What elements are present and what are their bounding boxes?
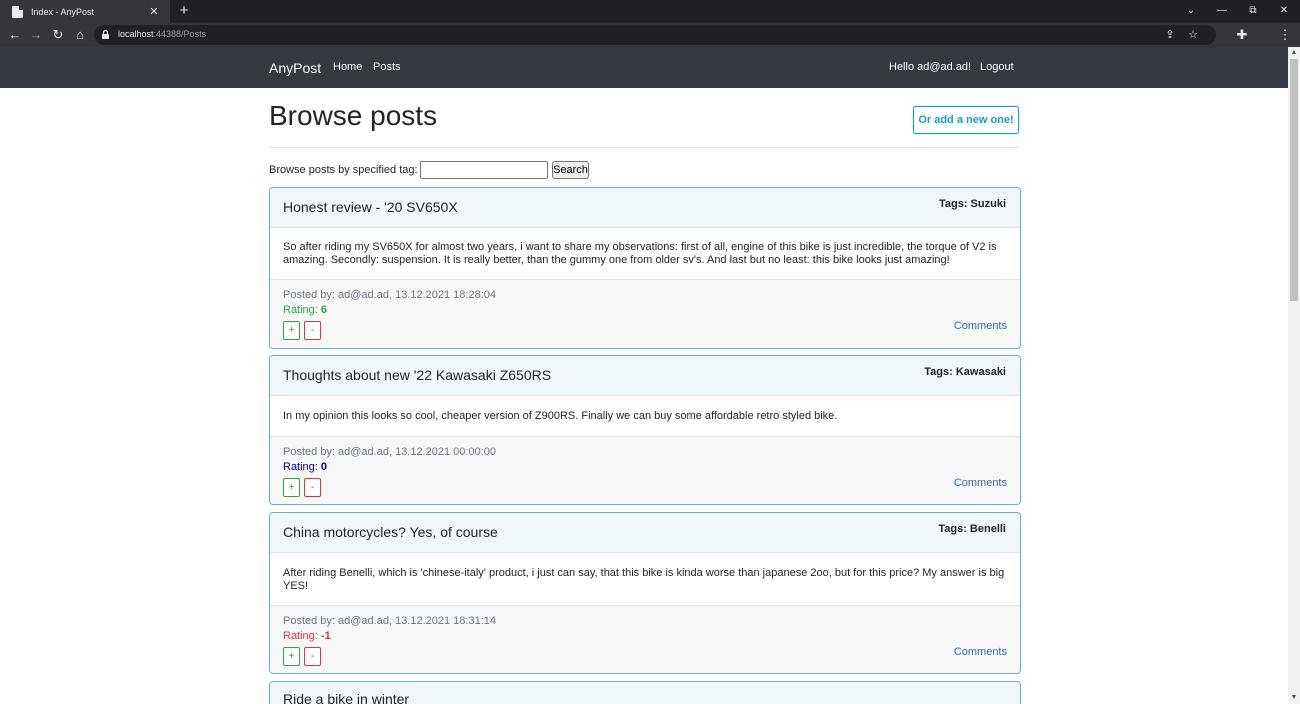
post-author-date: Posted by: ad@ad.ad, 13.12.2021 18:28:04 <box>283 289 497 301</box>
back-icon[interactable]: ← <box>6 26 24 44</box>
downvote-button[interactable]: - <box>304 647 321 666</box>
page-icon <box>12 5 23 18</box>
post-tags: Tags: Suzuki <box>938 198 1006 210</box>
post-header: Honest review - '20 SV650X Tags: Suzuki <box>270 188 1020 228</box>
post-card: Ride a bike in winter <box>269 681 1021 704</box>
browser-toolbar: ← → ↻ ⌂ localhost:44388/Posts ⇪ ☆ ✚ ⋮ <box>0 23 1300 47</box>
forward-icon[interactable]: → <box>27 26 45 44</box>
tag-search-input[interactable] <box>420 161 548 179</box>
comments-link[interactable]: Comments <box>954 320 1007 332</box>
post-author-date: Posted by: ad@ad.ad, 13.12.2021 00:00:00 <box>283 446 497 458</box>
search-button[interactable]: Search <box>552 161 589 179</box>
post-title: Honest review - '20 SV650X <box>283 199 458 215</box>
restore-button[interactable]: ⧉ <box>1238 0 1268 23</box>
browser-tab-strip: Index - AnyPost ✕ + ⌄ — ⧉ ✕ <box>0 0 1300 23</box>
share-icon[interactable]: ⇪ <box>1162 27 1178 43</box>
post-title: Ride a bike in winter <box>283 691 410 704</box>
extensions-icon[interactable]: ✚ <box>1233 26 1251 44</box>
brand-link[interactable]: AnyPost <box>269 60 321 76</box>
upvote-button[interactable]: + <box>283 478 300 497</box>
home-icon[interactable]: ⌂ <box>71 26 89 44</box>
post-rating: Rating: -1 <box>283 630 331 642</box>
page-title: Browse posts <box>269 100 438 131</box>
scroll-up-icon[interactable]: ▲ <box>1288 47 1300 59</box>
post-footer: Posted by: ad@ad.ad, 13.12.2021 18:28:04… <box>270 279 1020 348</box>
post-author-date: Posted by: ad@ad.ad, 13.12.2021 18:31:14 <box>283 615 497 627</box>
post-title: China motorcycles? Yes, of course <box>283 524 498 540</box>
url-text: localhost:44388/Posts <box>118 29 207 39</box>
new-tab-button[interactable]: + <box>176 3 192 19</box>
upvote-button[interactable]: + <box>283 647 300 666</box>
post-card: China motorcycles? Yes, of course Tags: … <box>269 512 1021 674</box>
scroll-down-icon[interactable]: ▼ <box>1288 692 1300 704</box>
page-scrollbar[interactable]: ▲ ▼ <box>1288 47 1300 704</box>
reload-icon[interactable]: ↻ <box>49 26 67 44</box>
tab-close-icon[interactable]: ✕ <box>146 5 162 18</box>
divider <box>269 147 1019 148</box>
post-body: After riding Benelli, which is 'chinese-… <box>283 567 1005 592</box>
browser-tab[interactable]: Index - AnyPost ✕ <box>0 0 170 23</box>
post-footer: Posted by: ad@ad.ad, 13.12.2021 18:31:14… <box>270 605 1020 673</box>
post-body: So after riding my SV650X for almost two… <box>283 241 997 266</box>
tab-title: Index - AnyPost <box>31 6 95 17</box>
browser-menu-icon[interactable]: ⋮ <box>1276 26 1294 44</box>
tag-search-label: Browse posts by specified tag: <box>269 164 418 176</box>
scroll-thumb[interactable] <box>1290 59 1298 301</box>
post-card: Honest review - '20 SV650X Tags: Suzuki … <box>269 187 1021 349</box>
post-title: Thoughts about new '22 Kawasaki Z650RS <box>283 367 552 383</box>
post-header: China motorcycles? Yes, of course Tags: … <box>270 513 1020 553</box>
comments-link[interactable]: Comments <box>954 477 1007 489</box>
minimize-button[interactable]: — <box>1207 0 1237 23</box>
user-greeting-link[interactable]: Hello ad@ad.ad! <box>889 61 971 73</box>
post-header: Ride a bike in winter <box>270 682 1020 704</box>
downvote-button[interactable]: - <box>304 478 321 497</box>
nav-posts-link[interactable]: Posts <box>373 61 401 73</box>
bookmark-star-icon[interactable]: ☆ <box>1185 27 1201 43</box>
post-rating: Rating: 0 <box>283 461 328 473</box>
add-post-button[interactable]: Or add a new one! <box>913 106 1019 134</box>
close-window-button[interactable]: ✕ <box>1269 0 1299 23</box>
post-card: Thoughts about new '22 Kawasaki Z650RS T… <box>269 355 1021 505</box>
nav-home-link[interactable]: Home <box>333 61 362 73</box>
post-body: In my opinion this looks so cool, cheape… <box>283 410 838 422</box>
post-tags: Tags: Benelli <box>938 523 1006 535</box>
post-rating: Rating: 6 <box>283 304 328 316</box>
lock-icon[interactable] <box>102 30 109 39</box>
post-tags: Tags: Kawasaki <box>924 366 1006 378</box>
site-navbar: AnyPost Home Posts Hello ad@ad.ad! Logou… <box>0 47 1288 88</box>
comments-link[interactable]: Comments <box>954 646 1007 658</box>
upvote-button[interactable]: + <box>283 321 300 340</box>
tab-search-icon[interactable]: ⌄ <box>1176 0 1206 23</box>
post-footer: Posted by: ad@ad.ad, 13.12.2021 00:00:00… <box>270 436 1020 504</box>
downvote-button[interactable]: - <box>304 321 321 340</box>
logout-link[interactable]: Logout <box>980 61 1014 73</box>
address-bar[interactable]: localhost:44388/Posts ⇪ ☆ <box>94 25 1216 45</box>
post-header: Thoughts about new '22 Kawasaki Z650RS T… <box>270 356 1020 396</box>
